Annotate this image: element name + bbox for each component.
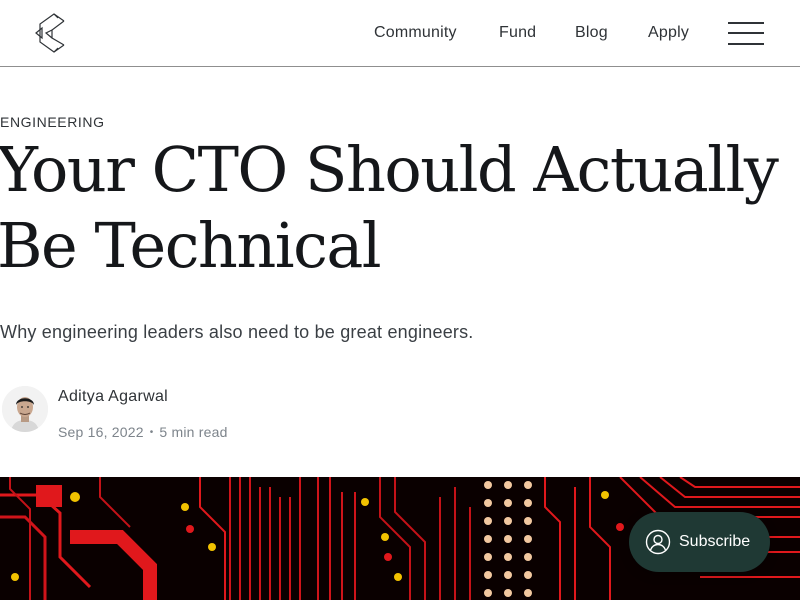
subscribe-label: Subscribe	[679, 533, 751, 550]
nav-link-apply[interactable]: Apply	[648, 22, 689, 44]
meta-separator: •	[149, 427, 154, 438]
nav-link-community[interactable]: Community	[374, 22, 457, 44]
article-meta: Sep 16, 2022 • 5 min read	[58, 424, 228, 440]
author-name[interactable]: Aditya Agarwal	[58, 388, 168, 406]
reading-time: 5 min read	[159, 424, 228, 440]
nav-links: Community Fund Blog Apply	[0, 22, 800, 44]
hamburger-menu-icon[interactable]	[728, 21, 764, 45]
article-title: Your CTO Should Actually Be Technical	[0, 133, 779, 282]
article-tag[interactable]: ENGINEERING	[0, 114, 105, 130]
top-navigation: Community Fund Blog Apply	[0, 0, 800, 67]
user-circle-icon	[645, 529, 671, 555]
publish-date: Sep 16, 2022	[58, 424, 144, 440]
author-avatar[interactable]	[2, 386, 48, 432]
nav-link-blog[interactable]: Blog	[575, 22, 608, 44]
article-subtitle: Why engineering leaders also need to be …	[0, 322, 474, 342]
menu-bar	[728, 43, 764, 45]
subscribe-button[interactable]: Subscribe	[629, 512, 770, 572]
menu-bar	[728, 32, 764, 34]
menu-bar	[728, 22, 764, 24]
nav-link-fund[interactable]: Fund	[499, 22, 536, 44]
